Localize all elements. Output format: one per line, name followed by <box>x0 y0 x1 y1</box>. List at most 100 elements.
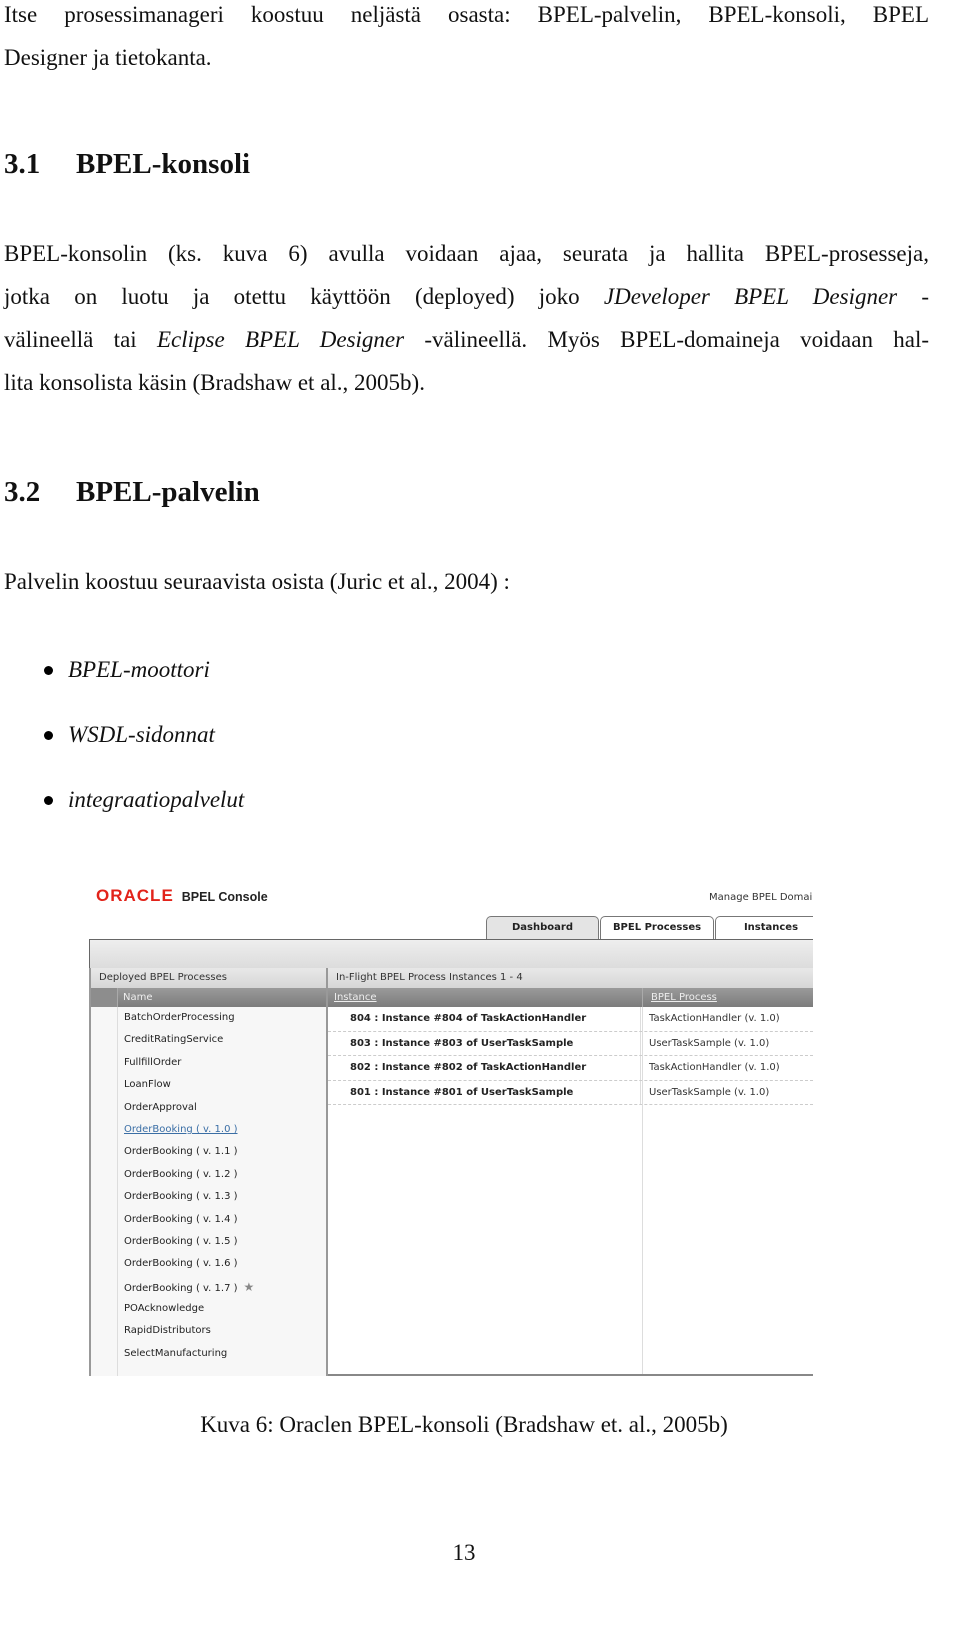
instance-cell[interactable]: 801 : Instance #801 of UserTaskSample <box>328 1080 641 1104</box>
process-list-item[interactable]: OrderBooking ( v. 1.2 ) <box>91 1164 327 1186</box>
bullet-icon <box>44 731 53 740</box>
list-item-text: BPEL-moottori <box>68 657 210 682</box>
tab-bar: Dashboard BPEL Processes Instances <box>486 916 813 939</box>
panel-bottom-border <box>328 1374 813 1376</box>
column-header-instance[interactable]: Instance <box>328 988 643 1007</box>
paragraph-line: BPEL-konsolin (ks. kuva 6) avulla voidaa… <box>4 232 929 275</box>
italic-term: Eclipse BPEL Designer <box>156 327 405 352</box>
brand-logo: ORACLE <box>96 886 174 905</box>
list-item: BPEL-moottori <box>44 648 244 713</box>
instance-cell[interactable]: 802 : Instance #802 of TaskActionHandler <box>328 1056 641 1080</box>
process-list-item[interactable]: FullfillOrder <box>91 1052 327 1074</box>
section-paragraph: Palvelin koostuu seuraavista osista (Jur… <box>4 569 510 594</box>
process-list-item[interactable]: OrderBooking ( v. 1.4 ) <box>91 1209 327 1231</box>
instance-cell[interactable]: 804 : Instance #804 of TaskActionHandler <box>328 1007 641 1031</box>
deployed-processes-panel: Deployed BPEL Processes Name BatchOrderP… <box>89 968 327 1376</box>
section-title: BPEL-konsoli <box>76 148 251 180</box>
process-name: OrderApproval <box>124 1101 197 1113</box>
section-number: 3.1 <box>4 148 41 180</box>
panel-title: Deployed BPEL Processes <box>91 968 327 988</box>
process-list-item[interactable]: OrderBooking ( v. 1.0 ) <box>91 1119 327 1141</box>
page-number: 13 <box>452 1540 476 1565</box>
process-name: BatchOrderProcessing <box>124 1012 235 1023</box>
process-list-item[interactable]: OrderBooking ( v. 1.5 ) <box>91 1231 327 1253</box>
bullet-icon <box>44 666 53 675</box>
italic-term: JDeveloper BPEL Designer <box>603 284 898 309</box>
oracle-logo: ORACLE BPEL Console <box>96 886 268 906</box>
text: -välineellä. Myös BPEL-domaineja voidaan… <box>404 327 929 352</box>
paragraph-line: jotka on luotu ja otettu käyttöön (deplo… <box>4 275 929 318</box>
process-name: FullfillOrder <box>124 1056 182 1068</box>
process-name: OrderBooking ( v. 1.4 ) <box>124 1213 238 1225</box>
inflight-instances-panel: In-Flight BPEL Process Instances 1 - 4 I… <box>326 968 813 1376</box>
table-header: Instance BPEL Process <box>328 988 813 1007</box>
table-row[interactable]: 802 : Instance #802 of TaskActionHandler… <box>328 1056 813 1081</box>
bullet-icon <box>44 796 53 805</box>
section-title: BPEL-palvelin <box>76 476 260 508</box>
process-cell[interactable]: UserTaskSample (v. 1.0) <box>641 1032 769 1056</box>
process-list-item[interactable]: POAcknowledge <box>91 1298 327 1320</box>
list-item: integraatiopalvelut <box>44 778 244 843</box>
process-list-item[interactable]: OrderBooking ( v. 1.3 ) <box>91 1186 327 1208</box>
paragraph-line: lita konsolista käsin (Bradshaw et al., … <box>4 361 929 404</box>
process-name: OrderBooking ( v. 1.7 ) <box>124 1282 238 1294</box>
process-list: BatchOrderProcessing CreditRatingService F… <box>91 1007 327 1365</box>
section-number: 3.2 <box>4 476 41 508</box>
process-list-item[interactable]: LoanFlow <box>91 1074 327 1096</box>
bullet-list: BPEL-moottori WSDL-sidonnat integraatiop… <box>44 648 244 843</box>
process-name: SelectManufacturing <box>124 1347 228 1359</box>
bpel-console-figure: ORACLE BPEL Console Manage BPEL Domain Da… <box>88 870 813 1376</box>
process-list-item[interactable]: OrderBooking ( v. 1.7 ) ★ <box>91 1276 327 1298</box>
instance-table-body: 804 : Instance #804 of TaskActionHandler… <box>328 1007 813 1105</box>
table-row[interactable]: 803 : Instance #803 of UserTaskSample Use… <box>328 1031 813 1056</box>
intro-paragraph: Itse prosessimanageri koostuu neljästä o… <box>4 0 929 79</box>
panel-title: In-Flight BPEL Process Instances 1 - 4 <box>328 968 813 988</box>
column-header-name[interactable]: Name <box>91 988 327 1007</box>
process-list-item[interactable]: CreditRatingService <box>91 1029 327 1051</box>
paragraph-line: välineellä tai Eclipse BPEL Designer -vä… <box>4 318 929 361</box>
table-row[interactable]: 804 : Instance #804 of TaskActionHandler… <box>328 1007 813 1032</box>
list-item-text: integraatiopalvelut <box>68 787 245 812</box>
process-name: RapidDistributors <box>124 1325 211 1337</box>
process-name: OrderBooking ( v. 1.3 ) <box>124 1191 238 1203</box>
column-header-bpel-process[interactable]: BPEL Process <box>643 988 717 1007</box>
instance-cell[interactable]: 803 : Instance #803 of UserTaskSample <box>328 1031 641 1055</box>
section-heading: 3.2 BPEL-palvelin <box>4 476 260 509</box>
product-name: BPEL Console <box>181 890 268 904</box>
tab-instances[interactable]: Instances <box>715 916 813 939</box>
star-icon: ★ <box>243 1279 255 1294</box>
process-list-item[interactable]: BatchOrderProcessing <box>91 1007 327 1029</box>
column-divider <box>642 1007 643 1376</box>
manage-domain-link[interactable]: Manage BPEL Domain <box>709 892 813 903</box>
text: BPEL-konsolin (ks. kuva 6) avulla voidaa… <box>4 241 929 266</box>
intro-line: Itse prosessimanageri koostuu neljästä o… <box>4 2 929 27</box>
list-item: WSDL-sidonnat <box>44 713 244 778</box>
text: - <box>897 284 929 309</box>
process-list-item[interactable]: OrderApproval <box>91 1097 327 1119</box>
table-row[interactable]: 801 : Instance #801 of UserTaskSample Use… <box>328 1080 813 1105</box>
process-name: OrderBooking ( v. 1.1 ) <box>124 1146 238 1158</box>
process-cell[interactable]: TaskActionHandler (v. 1.0) <box>641 1007 780 1031</box>
section-heading: 3.1 BPEL-konsoli <box>4 148 250 181</box>
process-name: OrderBooking ( v. 1.0 ) <box>124 1123 238 1135</box>
process-list-item[interactable]: OrderBooking ( v. 1.1 ) <box>91 1141 327 1163</box>
process-name: LoanFlow <box>124 1079 171 1091</box>
process-name: OrderBooking ( v. 1.2 ) <box>124 1168 238 1180</box>
process-name: OrderBooking ( v. 1.6 ) <box>124 1258 238 1270</box>
section-paragraph: BPEL-konsolin (ks. kuva 6) avulla voidaa… <box>4 232 929 404</box>
process-list-item[interactable]: RapidDistributors <box>91 1320 327 1342</box>
process-list-item[interactable]: OrderBooking ( v. 1.6 ) <box>91 1253 327 1275</box>
process-name: POAcknowledge <box>124 1303 205 1315</box>
text: välineellä tai <box>4 327 157 352</box>
tab-bpel-processes[interactable]: BPEL Processes <box>600 916 714 939</box>
column-label: Name <box>123 992 153 1003</box>
text: jotka on luotu ja otettu käyttöön (deplo… <box>4 284 604 309</box>
process-cell[interactable]: UserTaskSample (v. 1.0) <box>641 1081 769 1105</box>
tab-dashboard[interactable]: Dashboard <box>486 916 599 939</box>
process-cell[interactable]: TaskActionHandler (v. 1.0) <box>641 1056 780 1080</box>
text: lita konsolista käsin (Bradshaw et al., … <box>4 370 425 395</box>
process-list-item[interactable]: SelectManufacturing <box>91 1343 327 1365</box>
process-name: CreditRatingService <box>124 1034 224 1046</box>
intro-line: Designer ja tietokanta. <box>4 45 212 70</box>
figure-caption: Kuva 6: Oraclen BPEL-konsoli (Bradshaw e… <box>200 1412 728 1437</box>
